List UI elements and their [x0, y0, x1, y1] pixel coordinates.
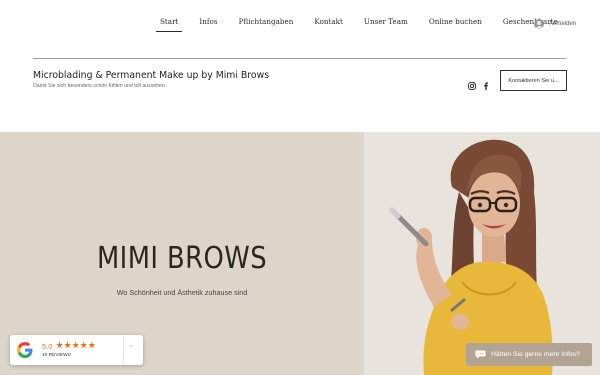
- review-stars: ★★★★★: [55, 341, 96, 351]
- nav-item-unser-team[interactable]: Unser Team: [360, 14, 412, 31]
- login-button[interactable]: Anmelden: [534, 19, 576, 29]
- facebook-icon[interactable]: [482, 75, 490, 90]
- main-nav: Start Infos Pflichtangaben Kontakt Unser…: [156, 14, 575, 32]
- google-icon: [17, 342, 33, 358]
- nav-item-online-buchen[interactable]: Online buchen: [425, 14, 486, 31]
- social-bar: [468, 75, 496, 90]
- hero-subtitle: Wo Schönheit und Ästhetik zuhause sind: [116, 288, 248, 297]
- nav-item-start[interactable]: Start: [156, 14, 183, 32]
- instagram-icon[interactable]: [468, 75, 476, 90]
- review-score: 5.0: [42, 342, 53, 351]
- hero-illustration: [364, 132, 600, 375]
- review-count: 10 REVIEWS: [42, 353, 71, 358]
- avatar-icon: [534, 19, 544, 29]
- contact-button[interactable]: Kontaktieren Sie u...: [500, 70, 567, 91]
- nav-item-pflichtangaben[interactable]: Pflichtangaben: [235, 14, 298, 31]
- hero-title: MIMI BROWS: [96, 241, 268, 276]
- reviews-separator: [123, 335, 124, 365]
- login-label: Anmelden: [549, 21, 577, 27]
- chat-label: Hätten Sie gerne mehr Infos?: [491, 351, 580, 358]
- site-title: Microblading & Permanent Make up by Mimi…: [33, 70, 270, 81]
- chat-widget-button[interactable]: Hätten Sie gerne mehr Infos?: [466, 343, 592, 366]
- nav-item-infos[interactable]: Infos: [195, 14, 221, 31]
- google-reviews-badge[interactable]: 5.0 ★★★★★ 10 REVIEWS ⌃: [10, 335, 143, 365]
- chevron-up-icon[interactable]: ⌃: [128, 344, 134, 352]
- chat-bubble-icon: [475, 350, 486, 359]
- woman-illustration: [389, 139, 553, 375]
- site-subtitle: Damit Sie sich besonders schön fühlen un…: [33, 83, 167, 89]
- header-divider: [33, 58, 566, 59]
- reviews-info: 5.0 ★★★★★ 10 REVIEWS: [42, 341, 96, 359]
- nav-item-kontakt[interactable]: Kontakt: [310, 14, 347, 31]
